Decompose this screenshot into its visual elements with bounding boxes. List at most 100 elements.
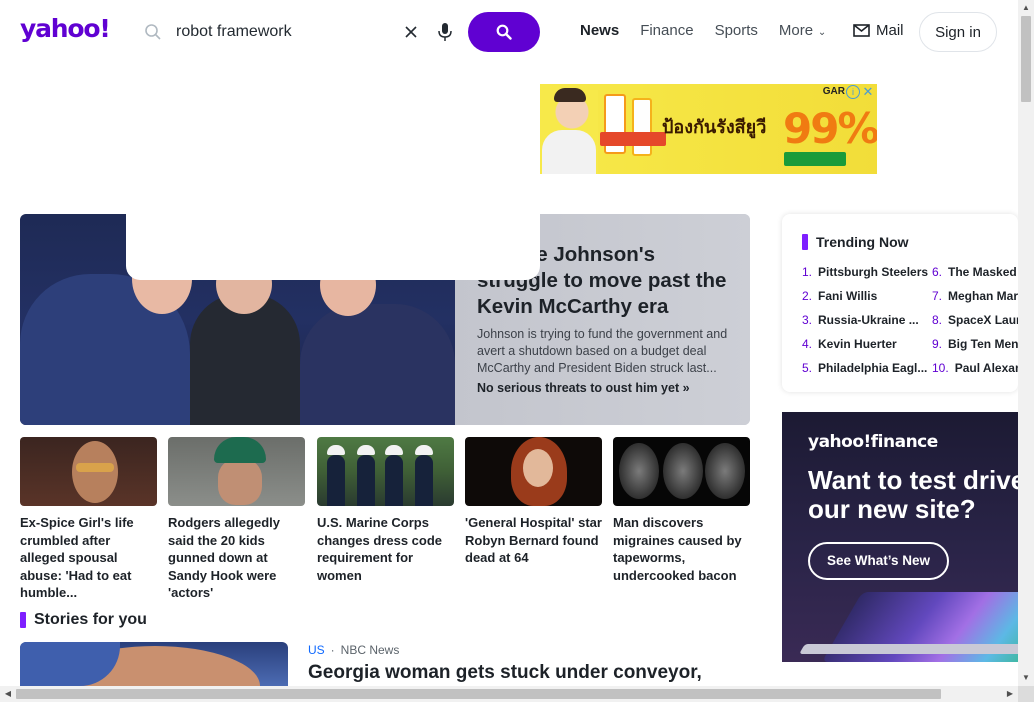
ad-percent: 99%: [783, 104, 877, 153]
story-card[interactable]: Ex-Spice Girl's life crumbled after alle…: [20, 437, 157, 602]
hero-person-3: [300, 304, 455, 425]
scroll-up-arrow-icon[interactable]: ▲: [1018, 0, 1034, 16]
scroll-left-arrow-icon[interactable]: ◀: [0, 686, 16, 702]
trending-item[interactable]: 8. SpaceX Laun: [932, 313, 1018, 327]
vertical-scroll-thumb[interactable]: [1021, 16, 1031, 102]
story-thumbnail-marine: [415, 455, 433, 506]
hero-related-link[interactable]: No serious threats to oust him yet »: [477, 381, 690, 395]
ad-close-icon[interactable]: ✕: [861, 85, 875, 99]
story-card[interactable]: U.S. Marine Corps changes dress code req…: [317, 437, 454, 584]
story-caption[interactable]: Ex-Spice Girl's life crumbled after alle…: [20, 514, 157, 602]
search-icon: [145, 24, 161, 40]
trending-item-label: Russia-Ukraine ...: [818, 313, 919, 327]
story-thumbnail: [317, 437, 454, 506]
see-whats-new-button[interactable]: See What’s New: [808, 542, 949, 580]
story-thumbnail-cap: [415, 445, 433, 455]
story-thumbnail-marine: [357, 455, 375, 506]
scrollbar-corner: [1018, 686, 1034, 702]
trending-item[interactable]: 10. Paul Alexan: [932, 361, 1018, 375]
scroll-down-arrow-icon[interactable]: ▼: [1018, 670, 1034, 686]
top-nav: News Finance Sports More ⌄: [580, 22, 847, 39]
stories-for-you-thumbnail[interactable]: [20, 642, 288, 686]
section-accent-bar: [802, 234, 808, 250]
nav-finance[interactable]: Finance: [640, 22, 693, 39]
story-source: NBC News: [340, 643, 400, 657]
story-caption[interactable]: Rodgers allegedly said the 20 kids gunne…: [168, 514, 305, 602]
trending-header: Trending Now: [802, 234, 909, 250]
trending-item-number: 9.: [932, 337, 943, 351]
trending-title: Trending Now: [816, 234, 909, 250]
top-header: yahoo! News Finance Sports More ⌄: [0, 0, 1018, 64]
trending-item[interactable]: 1. Pittsburgh Steelers: [802, 265, 928, 279]
story-thumbnail-cap: [385, 445, 403, 455]
story-meta: US · NBC News: [308, 643, 399, 657]
trending-item-number: 1.: [802, 265, 813, 279]
nav-more-label: More: [778, 22, 814, 39]
hero-summary: Johnson is trying to fund the government…: [477, 327, 728, 375]
sign-in-button[interactable]: Sign in: [919, 12, 997, 52]
trending-item[interactable]: 7. Meghan Mar: [932, 289, 1018, 303]
trending-item-number: 6.: [932, 265, 943, 279]
story-caption[interactable]: Man discovers migraines caused by tapewo…: [613, 514, 750, 584]
yahoo-logo[interactable]: yahoo!: [20, 14, 111, 43]
ad-banner[interactable]: ป้องกันรังสียูวี 99% GAR i ✕: [540, 84, 877, 174]
nav-news[interactable]: News: [580, 22, 619, 39]
nav-more[interactable]: More ⌄: [779, 22, 826, 39]
mail-link[interactable]: Mail: [853, 22, 904, 39]
trending-item-label: Pittsburgh Steelers: [818, 265, 929, 279]
story-card[interactable]: 'General Hospital' star Robyn Bernard fo…: [465, 437, 602, 567]
vertical-scrollbar[interactable]: ▲ ▼: [1018, 0, 1034, 686]
story-card[interactable]: Man discovers migraines caused by tapewo…: [613, 437, 750, 584]
trending-item-number: 5.: [802, 361, 813, 375]
story-caption[interactable]: 'General Hospital' star Robyn Bernard fo…: [465, 514, 602, 567]
search-box: [136, 12, 462, 52]
story-thumbnail-face: [523, 449, 553, 487]
story-thumbnail-glasses: [76, 463, 114, 472]
story-thumbnail: [465, 437, 602, 506]
overlay-panel: [126, 213, 540, 280]
story-thumbnail-scan: [705, 443, 745, 499]
story-thumbnail-scan: [619, 443, 659, 499]
trending-item[interactable]: 5. Philadelphia Eagl...: [802, 361, 927, 375]
trending-item-label: SpaceX Laun: [948, 313, 1018, 327]
nav-sports[interactable]: Sports: [715, 22, 758, 39]
story-thumbnail-marine: [385, 455, 403, 506]
story-thumbnail: [613, 437, 750, 506]
search-icon: [496, 24, 512, 40]
story-thumbnail: [168, 437, 305, 506]
trending-item[interactable]: 3. Russia-Ukraine ...: [802, 313, 919, 327]
mail-icon: [853, 24, 870, 37]
story-thumbnail-face: [218, 459, 262, 505]
microphone-icon[interactable]: [436, 22, 454, 42]
ad-headline: ป้องกันรังสียูวี: [662, 117, 767, 137]
laptop-base-image: [799, 644, 1018, 654]
story-caption[interactable]: U.S. Marine Corps changes dress code req…: [317, 514, 454, 584]
trending-item-label: Kevin Huerter: [818, 337, 897, 351]
ad-sticker: [600, 132, 666, 146]
trending-item-number: 10.: [932, 361, 949, 375]
story-category[interactable]: US: [308, 643, 325, 657]
ad-info-icon[interactable]: i: [846, 85, 860, 99]
clear-search-icon[interactable]: [402, 23, 420, 41]
trending-item[interactable]: 9. Big Ten Men': [932, 337, 1018, 351]
horizontal-scrollbar[interactable]: ◀ ▶: [0, 686, 1018, 702]
ad-model-hair: [554, 88, 586, 102]
story-card[interactable]: Rodgers allegedly said the 20 kids gunne…: [168, 437, 305, 602]
mail-label: Mail: [876, 22, 904, 39]
story-thumbnail-cap: [327, 445, 345, 455]
trending-item-label: Paul Alexan: [954, 361, 1018, 375]
scroll-right-arrow-icon[interactable]: ▶: [1002, 686, 1018, 702]
trending-item[interactable]: 2. Fani Willis: [802, 289, 877, 303]
story-headline[interactable]: Georgia woman gets stuck under conveyor,: [308, 662, 702, 684]
trending-item[interactable]: 6. The Masked: [932, 265, 1017, 279]
ad-product-image-2: [632, 98, 652, 156]
search-button[interactable]: [468, 12, 540, 52]
trending-item[interactable]: 4. Kevin Huerter: [802, 337, 897, 351]
horizontal-scroll-thumb[interactable]: [16, 689, 941, 699]
trending-item-label: The Masked: [948, 265, 1017, 279]
trending-item-label: Fani Willis: [818, 289, 878, 303]
finance-promo[interactable]: yahoo!finance Want to test drive our new…: [782, 412, 1018, 662]
chevron-down-icon: ⌄: [815, 27, 827, 38]
ad-cta[interactable]: [784, 152, 846, 166]
search-input[interactable]: [176, 20, 396, 44]
